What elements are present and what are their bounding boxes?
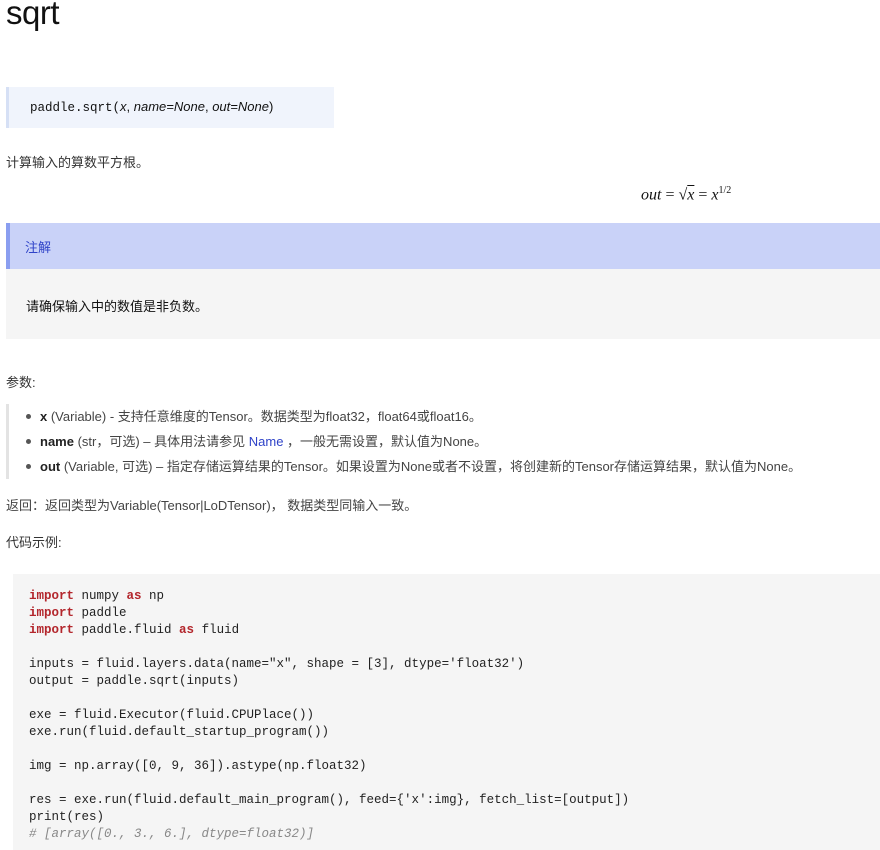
sqrt-symbol: √ xyxy=(678,186,688,204)
code-block: import numpy as np import paddle import … xyxy=(13,574,880,850)
formula-equals: = xyxy=(694,186,712,204)
bullet-icon xyxy=(26,464,31,469)
code-line: exe.run(fluid.default_startup_program()) xyxy=(29,725,330,739)
params-label: 参数: xyxy=(6,375,36,390)
param-desc: (Variable, 可选) – 指定存储运算结果的Tensor。如果设置为No… xyxy=(60,459,802,474)
function-description: 计算输入的算数平方根。 xyxy=(6,155,150,170)
param-desc: (Variable) - 支持任意维度的Tensor。数据类型为float32，… xyxy=(47,409,482,424)
list-item: x (Variable) - 支持任意维度的Tensor。数据类型为float3… xyxy=(23,404,880,429)
code-keyword: import xyxy=(29,606,75,620)
params-list: x (Variable) - 支持任意维度的Tensor。数据类型为float3… xyxy=(6,404,880,479)
param-desc: ，一般无需设置，默认值为None。 xyxy=(283,434,488,449)
bullet-icon xyxy=(26,439,31,444)
code-keyword: import xyxy=(29,623,75,637)
code-keyword: import xyxy=(29,589,75,603)
code-text: numpy xyxy=(74,589,127,603)
returns-text: 返回：返回类型为Variable(Tensor|LoDTensor)， 数据类型… xyxy=(6,498,418,513)
page-title: sqrt xyxy=(6,0,60,31)
code-line: exe = fluid.Executor(fluid.CPUPlace()) xyxy=(29,708,315,722)
code-line: import paddle.fluid as fluid xyxy=(29,622,880,639)
signature-sep: , xyxy=(126,99,134,114)
list-item: out (Variable, 可选) – 指定存储运算结果的Tensor。如果设… xyxy=(23,454,880,479)
signature-func: paddle.sqrt( xyxy=(30,101,121,115)
list-item: name (str，可选) – 具体用法请参见 Name ，一般无需设置，默认值… xyxy=(23,429,880,454)
name-link[interactable]: Name xyxy=(249,434,284,449)
example-label: 代码示例: xyxy=(6,535,62,550)
formula-equals: = xyxy=(661,186,679,204)
note-heading: 注解 xyxy=(6,223,880,269)
code-line: res = exe.run(fluid.default_main_program… xyxy=(29,793,630,807)
code-keyword: as xyxy=(126,589,142,603)
formula-exponent: 1/2 xyxy=(718,185,732,196)
code-line: inputs = fluid.layers.data(name="x", sha… xyxy=(29,657,525,671)
code-comment: # [array([0., 3., 6.], dtype=float32)] xyxy=(29,827,315,841)
code-line: print(res) xyxy=(29,810,105,824)
function-signature: paddle.sqrt(x, name=None, out=None) xyxy=(6,87,334,128)
code-line: img = np.array([0, 9, 36]).astype(np.flo… xyxy=(29,759,367,773)
code-text: paddle.fluid xyxy=(74,623,180,637)
code-line: import numpy as np xyxy=(29,588,880,605)
math-formula: out = √x = x1/2 xyxy=(641,185,731,204)
signature-close: ) xyxy=(268,99,274,114)
code-text: fluid xyxy=(194,623,240,637)
param-name: out xyxy=(40,459,61,474)
formula-base: x xyxy=(711,186,719,204)
param-desc: (str，可选) – 具体用法请参见 xyxy=(73,434,249,449)
code-text: np xyxy=(141,589,165,603)
note-body: 请确保输入中的数值是非负数。 xyxy=(6,269,880,339)
code-line: output = paddle.sqrt(inputs) xyxy=(29,674,240,688)
param-name: name xyxy=(40,434,74,449)
formula-lhs: out xyxy=(641,186,662,204)
code-line: import paddle xyxy=(29,605,880,622)
bullet-icon xyxy=(26,414,31,419)
code-text: paddle xyxy=(74,606,127,620)
signature-arg-out: out=None xyxy=(212,99,269,114)
code-keyword: as xyxy=(179,623,195,637)
signature-arg-name: name=None xyxy=(133,99,205,114)
